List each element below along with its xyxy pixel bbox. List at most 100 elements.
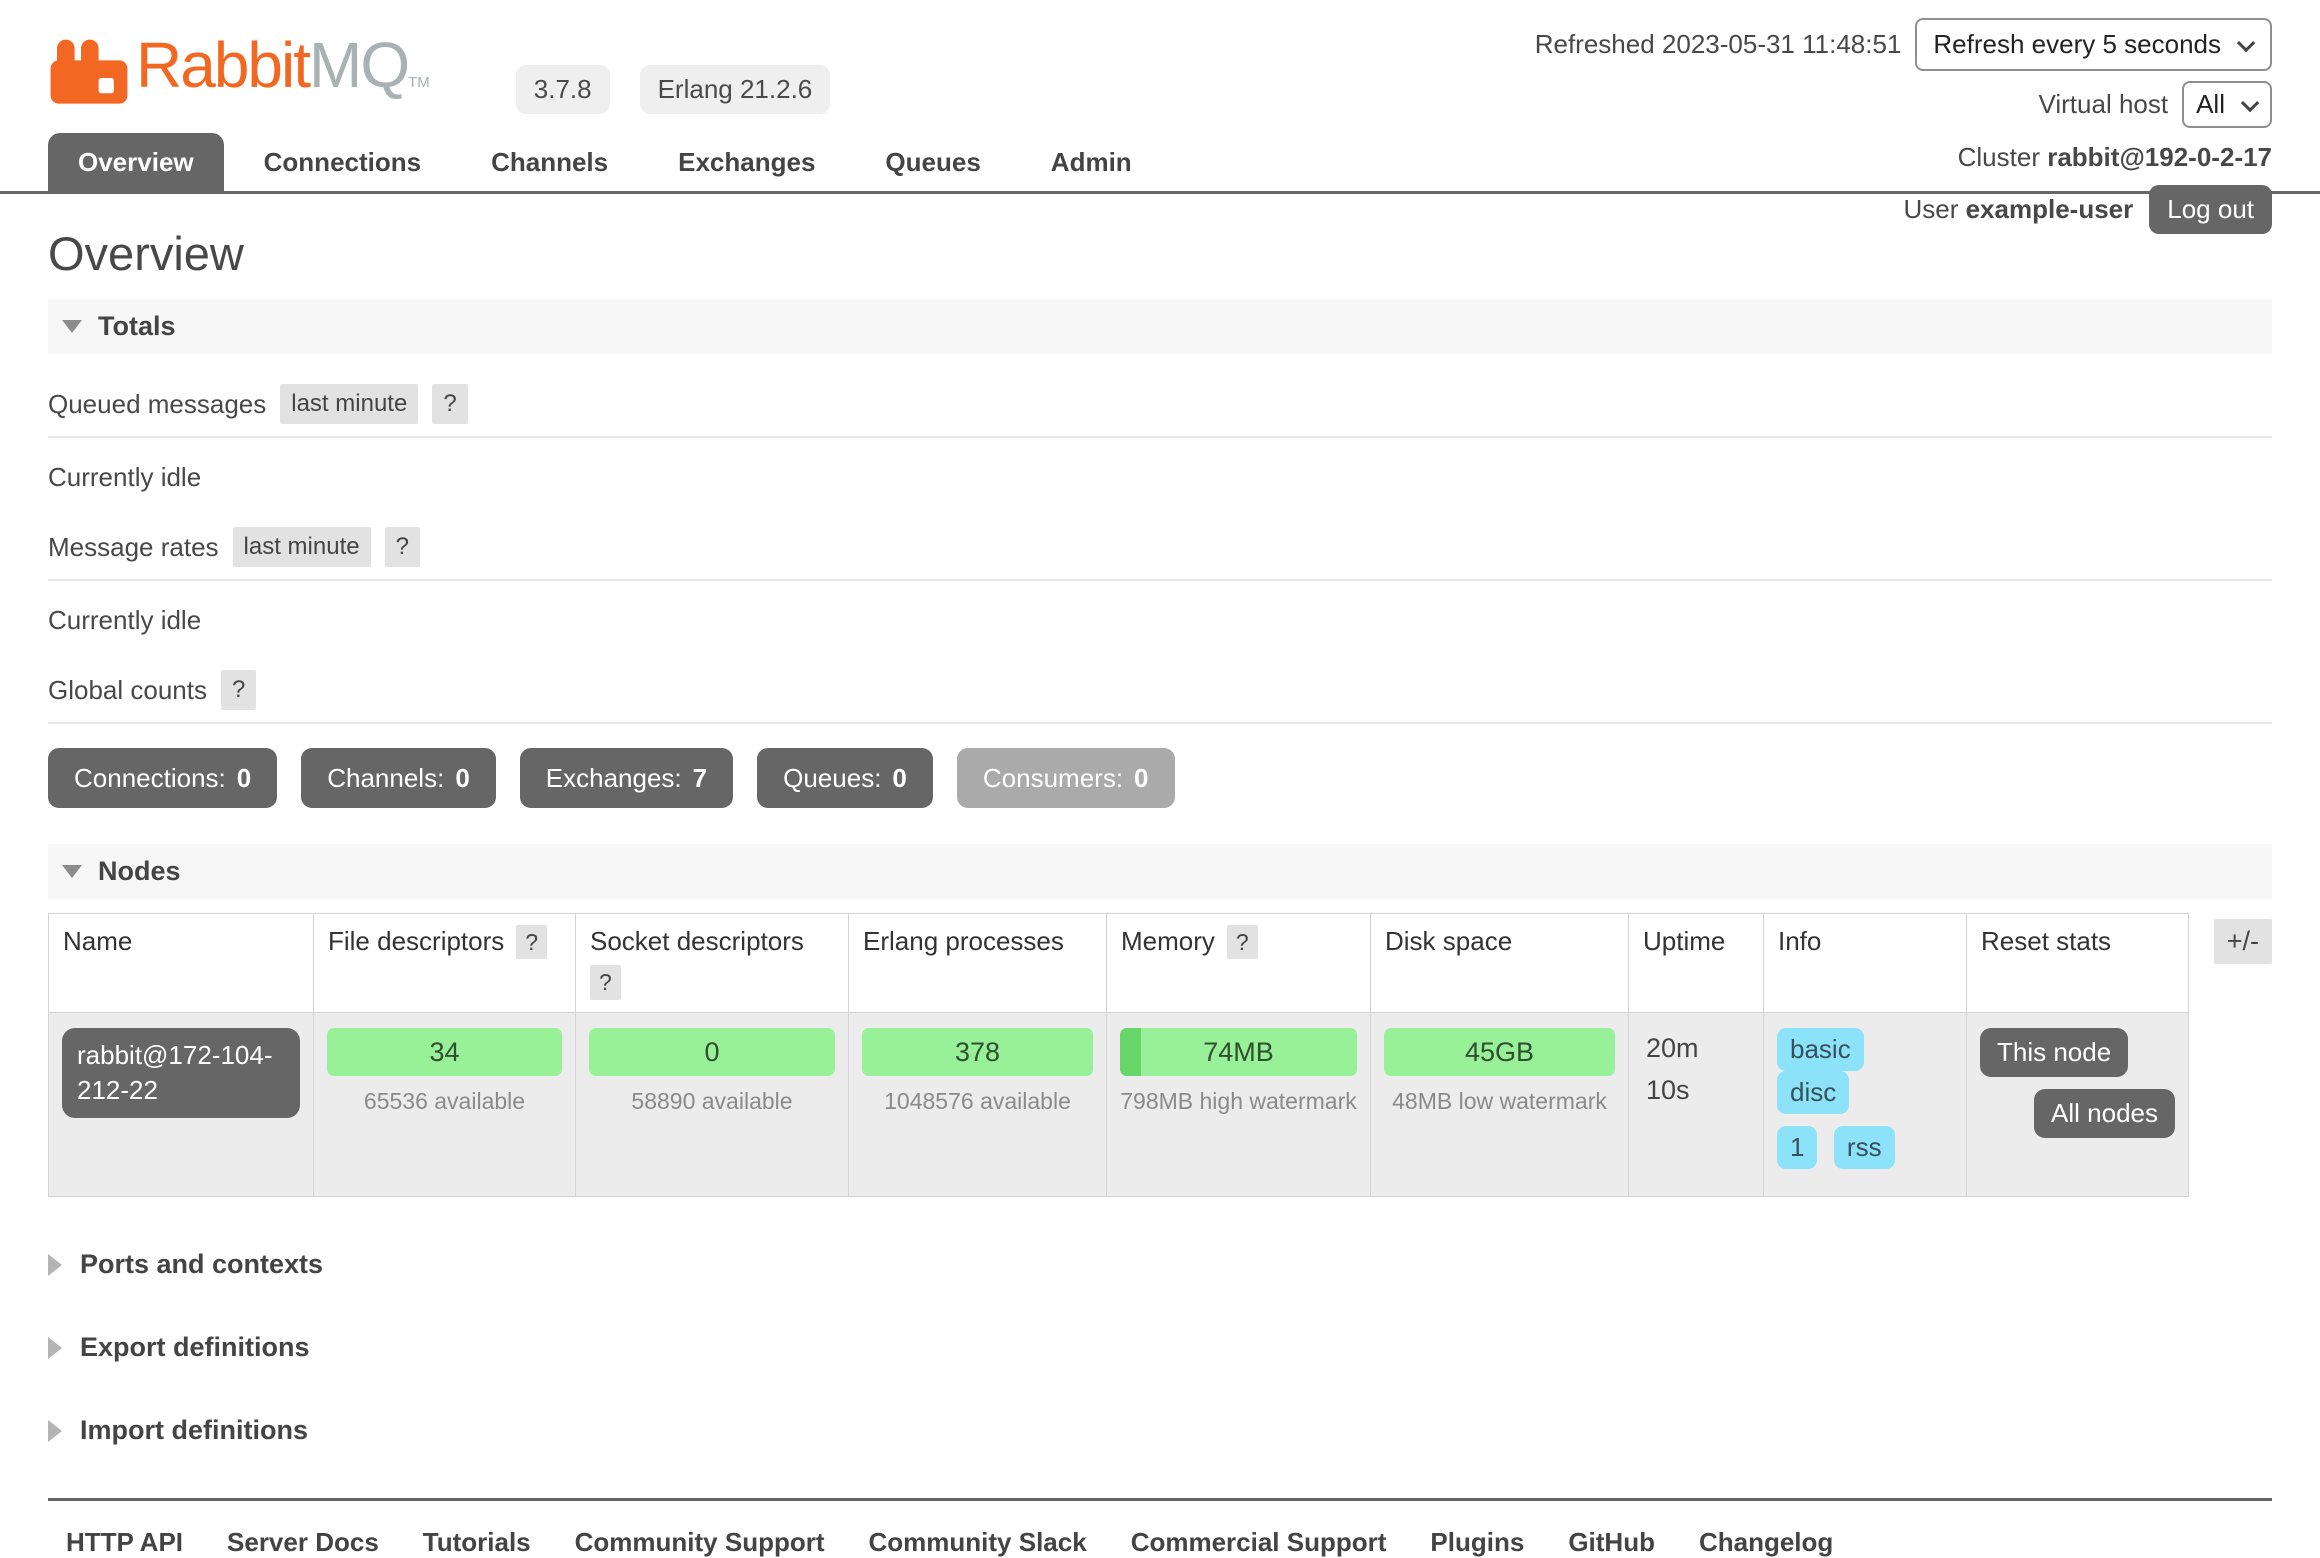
col-name: Name bbox=[49, 914, 314, 1013]
footer: HTTP API Server Docs Tutorials Community… bbox=[48, 1498, 2272, 1558]
exchanges-count-button[interactable]: Exchanges:7 bbox=[520, 748, 733, 808]
socket-descriptors-bar: 0 bbox=[589, 1028, 835, 1076]
refresh-interval-value: Refresh every 5 seconds bbox=[1933, 29, 2221, 60]
memory-watermark: 798MB high watermark bbox=[1120, 1088, 1357, 1115]
memory-used-fill bbox=[1120, 1028, 1141, 1076]
help-icon[interactable]: ? bbox=[432, 384, 467, 424]
export-definitions-section[interactable]: Export definitions bbox=[48, 1332, 2272, 1363]
message-rates-label: Message rates bbox=[48, 532, 219, 563]
footer-link-tutorials[interactable]: Tutorials bbox=[423, 1527, 531, 1558]
uptime-line1: 20m bbox=[1646, 1028, 1750, 1070]
file-descriptors-available: 65536 available bbox=[327, 1088, 562, 1115]
rabbitmq-logo-icon bbox=[48, 38, 130, 118]
nodes-header-row: Name File descriptors? Socket descriptor… bbox=[49, 914, 2189, 1013]
footer-link-community-support[interactable]: Community Support bbox=[575, 1527, 825, 1558]
collapse-arrow-icon bbox=[62, 865, 82, 878]
collapse-arrow-icon bbox=[62, 320, 82, 333]
queued-messages-status: Currently idle bbox=[48, 438, 2272, 511]
memory-cell: 74MB 798MB high watermark bbox=[1107, 1013, 1371, 1197]
node-row: rabbit@172-104-212-22 34 65536 available… bbox=[49, 1013, 2189, 1197]
info-badge-basic: basic bbox=[1777, 1028, 1864, 1071]
virtual-host-value: All bbox=[2196, 89, 2225, 120]
expand-arrow-icon bbox=[48, 1420, 62, 1442]
footer-link-http-api[interactable]: HTTP API bbox=[66, 1527, 183, 1558]
info-cell: basic disc 1 rss bbox=[1764, 1013, 1967, 1197]
col-reset-stats: Reset stats bbox=[1967, 914, 2189, 1013]
rabbitmq-logo-text[interactable]: RabbitMQTM bbox=[136, 30, 430, 118]
ports-and-contexts-section[interactable]: Ports and contexts bbox=[48, 1249, 2272, 1280]
page-title: Overview bbox=[48, 226, 2272, 281]
help-icon[interactable]: ? bbox=[516, 925, 547, 959]
info-badge-disc: disc bbox=[1777, 1071, 1849, 1114]
virtual-host-select[interactable]: All bbox=[2182, 81, 2272, 128]
message-rates-range-badge[interactable]: last minute bbox=[233, 527, 371, 567]
footer-link-plugins[interactable]: Plugins bbox=[1430, 1527, 1524, 1558]
erlang-processes-cell: 378 1048576 available bbox=[849, 1013, 1107, 1197]
erlang-processes-available: 1048576 available bbox=[862, 1088, 1093, 1115]
nodes-section-header[interactable]: Nodes bbox=[48, 844, 2272, 899]
footer-link-changelog[interactable]: Changelog bbox=[1699, 1527, 1833, 1558]
queues-count-button[interactable]: Queues:0 bbox=[757, 748, 933, 808]
virtual-host-label: Virtual host bbox=[2039, 89, 2169, 120]
reset-all-nodes-button[interactable]: All nodes bbox=[2034, 1089, 2175, 1138]
chevron-down-icon bbox=[2241, 94, 2259, 112]
uptime-line2: 10s bbox=[1646, 1070, 1750, 1112]
user-name: example-user bbox=[1966, 194, 2134, 225]
col-file-descriptors: File descriptors? bbox=[314, 914, 576, 1013]
refresh-interval-select[interactable]: Refresh every 5 seconds bbox=[1915, 18, 2272, 71]
footer-link-commercial-support[interactable]: Commercial Support bbox=[1131, 1527, 1387, 1558]
col-uptime: Uptime bbox=[1629, 914, 1764, 1013]
nodes-table-wrap: Name File descriptors? Socket descriptor… bbox=[48, 913, 2272, 1197]
connections-count-button[interactable]: Connections:0 bbox=[48, 748, 277, 808]
help-icon[interactable]: ? bbox=[221, 670, 256, 710]
uptime-cell: 20m 10s bbox=[1629, 1013, 1764, 1197]
import-definitions-section[interactable]: Import definitions bbox=[48, 1415, 2272, 1446]
tab-connections[interactable]: Connections bbox=[234, 133, 451, 191]
column-toggle-button[interactable]: +/- bbox=[2214, 919, 2272, 964]
tab-exchanges[interactable]: Exchanges bbox=[648, 133, 845, 191]
message-rates-status: Currently idle bbox=[48, 581, 2272, 654]
help-icon[interactable]: ? bbox=[590, 965, 621, 1000]
queued-messages-label: Queued messages bbox=[48, 389, 266, 420]
disk-watermark: 48MB low watermark bbox=[1384, 1088, 1615, 1115]
node-name-cell: rabbit@172-104-212-22 bbox=[49, 1013, 314, 1197]
logout-button[interactable]: Log out bbox=[2149, 185, 2272, 234]
footer-link-github[interactable]: GitHub bbox=[1568, 1527, 1655, 1558]
tab-channels[interactable]: Channels bbox=[461, 133, 638, 191]
footer-link-server-docs[interactable]: Server Docs bbox=[227, 1527, 379, 1558]
col-erlang-processes: Erlang processes bbox=[849, 914, 1107, 1013]
queued-messages-header: Queued messages last minute ? bbox=[48, 368, 2272, 438]
channels-count-button[interactable]: Channels:0 bbox=[301, 748, 496, 808]
header: RabbitMQTM 3.7.8 Erlang 21.2.6 Refreshed… bbox=[0, 0, 2320, 136]
file-descriptors-bar: 34 bbox=[327, 1028, 562, 1076]
disk-space-cell: 45GB 48MB low watermark bbox=[1371, 1013, 1629, 1197]
col-socket-descriptors: Socket descriptors? bbox=[576, 914, 849, 1013]
tab-queues[interactable]: Queues bbox=[855, 133, 1010, 191]
cluster-name: rabbit@192-0-2-17 bbox=[2047, 142, 2272, 172]
cluster-info: Cluster rabbit@192-0-2-17 bbox=[1535, 142, 2272, 173]
help-icon[interactable]: ? bbox=[385, 527, 420, 567]
footer-link-community-slack[interactable]: Community Slack bbox=[869, 1527, 1087, 1558]
socket-descriptors-cell: 0 58890 available bbox=[576, 1013, 849, 1197]
tab-overview[interactable]: Overview bbox=[48, 133, 224, 191]
user-label: User bbox=[1903, 194, 1958, 225]
help-icon[interactable]: ? bbox=[1227, 925, 1258, 959]
totals-section-header[interactable]: Totals bbox=[48, 299, 2272, 354]
expand-arrow-icon bbox=[48, 1254, 62, 1276]
col-info: Info bbox=[1764, 914, 1967, 1013]
info-badge-rss: rss bbox=[1834, 1126, 1895, 1169]
global-counts-header: Global counts ? bbox=[48, 654, 2272, 724]
node-name-link[interactable]: rabbit@172-104-212-22 bbox=[62, 1028, 300, 1118]
consumers-count-button[interactable]: Consumers:0 bbox=[957, 748, 1175, 808]
nodes-title: Nodes bbox=[98, 856, 181, 887]
reset-this-node-button[interactable]: This node bbox=[1980, 1028, 2128, 1077]
col-disk-space: Disk space bbox=[1371, 914, 1629, 1013]
totals-title: Totals bbox=[98, 311, 176, 342]
queued-messages-range-badge[interactable]: last minute bbox=[280, 384, 418, 424]
tab-admin[interactable]: Admin bbox=[1021, 133, 1162, 191]
global-counts-row: Connections:0 Channels:0 Exchanges:7 Que… bbox=[48, 748, 2272, 808]
col-memory: Memory? bbox=[1107, 914, 1371, 1013]
refreshed-timestamp: Refreshed 2023-05-31 11:48:51 bbox=[1535, 29, 1902, 60]
file-descriptors-cell: 34 65536 available bbox=[314, 1013, 576, 1197]
info-badge-count: 1 bbox=[1777, 1126, 1817, 1169]
